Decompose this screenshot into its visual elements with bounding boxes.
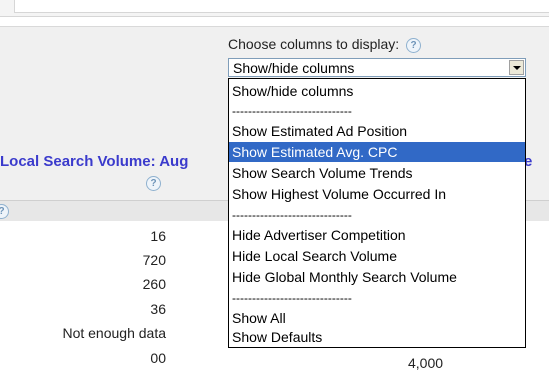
dropdown-option-selected[interactable]: Show Estimated Avg. CPC (229, 142, 525, 162)
local-volume-cell: 36 (150, 301, 166, 317)
dropdown-option[interactable]: Hide Advertiser Competition (229, 225, 525, 245)
local-volume-cell: 720 (142, 252, 166, 268)
chevron-down-icon[interactable] (509, 60, 524, 75)
dropdown-option[interactable]: Show Estimated Ad Position (229, 121, 525, 141)
help-icon[interactable]: ? (146, 176, 161, 191)
choose-columns-label: Choose columns to display: ? (228, 36, 422, 53)
choose-columns-text: Choose columns to display: (228, 36, 400, 52)
dropdown-option[interactable]: Show Defaults (229, 327, 525, 347)
global-volume-cell: 4,000 (408, 355, 444, 371)
local-volume-cell: Not enough data (62, 325, 166, 341)
local-volume-cell: 260 (142, 276, 166, 292)
dropdown-option[interactable]: Show/hide columns (229, 81, 525, 101)
spacer (0, 17, 549, 26)
columns-dropdown-list[interactable]: Show/hide columns ----------------------… (228, 78, 526, 348)
dropdown-option[interactable]: Show All (229, 308, 525, 328)
dropdown-option[interactable]: Hide Global Monthly Search Volume (229, 267, 525, 287)
show-hide-columns-select[interactable]: Show/hide columns (228, 58, 526, 77)
select-current-value: Show/hide columns (233, 60, 355, 76)
help-icon[interactable]: ? (0, 204, 9, 219)
dropdown-option[interactable]: Show Highest Volume Occurred In (229, 184, 525, 204)
dropdown-option[interactable]: Hide Local Search Volume (229, 246, 525, 266)
help-icon[interactable]: ? (406, 37, 422, 53)
local-volume-cell: 16 (150, 228, 166, 244)
dropdown-option[interactable]: Show Search Volume Trends (229, 163, 525, 183)
top-strip (0, 0, 549, 17)
local-search-volume-header[interactable]: Local Search Volume: Aug (0, 153, 188, 170)
top-strip-inner (14, 0, 549, 13)
local-volume-cell: 00 (150, 350, 166, 366)
